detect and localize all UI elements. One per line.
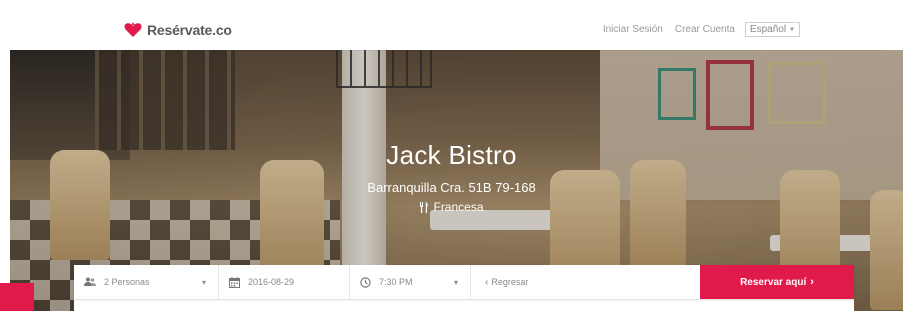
top-navigation-bar: Resérvate.co Iniciar Sesión Crear Cuenta… xyxy=(10,10,884,50)
restaurant-address: Barranquilla Cra. 51B 79-168 xyxy=(367,180,536,195)
time-select[interactable]: 7:30 PM ▾ xyxy=(349,265,470,299)
restaurant-cuisine: Francesa xyxy=(0,200,903,214)
dropdown-icon: ▾ xyxy=(453,277,458,287)
restaurant-name: Jack Bistro xyxy=(386,140,517,170)
login-link[interactable]: Iniciar Sesión xyxy=(603,24,663,35)
cuisine-label: Francesa xyxy=(433,200,484,214)
reserve-label: Reservar aquí xyxy=(740,276,807,288)
reserve-button[interactable]: Reservar aquí › xyxy=(700,265,854,299)
dropdown-icon: ▾ xyxy=(201,277,206,287)
people-select[interactable]: 2 Personas ▾ xyxy=(74,265,219,299)
header-nav: Iniciar Sesión Crear Cuenta Español ▼ xyxy=(591,22,800,37)
content-strip xyxy=(74,299,854,311)
time-value: 7:30 PM xyxy=(379,277,413,287)
brand-logo[interactable]: Resérvate.co xyxy=(124,20,232,40)
chevron-left-icon: ‹ xyxy=(485,276,489,288)
clock-icon xyxy=(360,276,371,288)
chevron-right-icon: › xyxy=(810,276,814,288)
caret-down-icon: ▼ xyxy=(789,26,795,33)
calendar-icon xyxy=(229,276,240,288)
back-link[interactable]: ‹ Regresar xyxy=(470,265,681,299)
booking-bar: 2 Personas ▾ 2016-08-29 7:30 PM ▾ ‹ Regr… xyxy=(74,265,854,299)
heart-logo-icon xyxy=(124,22,142,38)
date-picker[interactable]: 2016-08-29 xyxy=(219,265,349,299)
people-icon xyxy=(84,277,96,287)
fork-knife-icon xyxy=(419,201,429,213)
date-value: 2016-08-29 xyxy=(248,277,295,287)
language-select[interactable]: Español ▼ xyxy=(744,22,800,37)
people-value: 2 Personas xyxy=(104,277,150,287)
brand-name: Resérvate.co xyxy=(147,22,232,38)
signup-link[interactable]: Crear Cuenta xyxy=(675,24,735,35)
back-label: Regresar xyxy=(491,277,529,287)
accent-block xyxy=(0,283,34,311)
language-value: Español xyxy=(749,24,787,35)
